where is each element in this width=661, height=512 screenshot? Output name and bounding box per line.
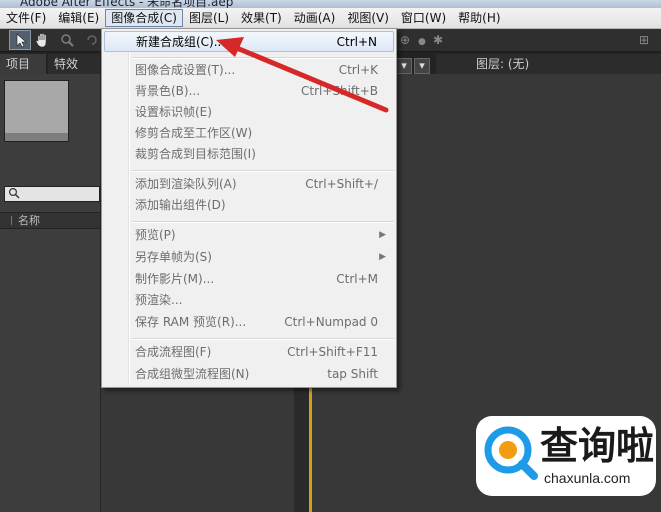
menu-file[interactable]: 文件(F)	[0, 9, 52, 27]
menu-item-crop-to-region[interactable]: 裁剪合成到目标范围(I)	[104, 144, 394, 165]
timeline-strip	[294, 385, 309, 512]
menu-item-background-color[interactable]: 背景色(B)... Ctrl+Shift+B	[104, 81, 394, 102]
menu-item-label: 预渲染...	[135, 293, 183, 307]
menu-item-shortcut: Ctrl+Shift+B	[301, 84, 378, 98]
menu-item-label: 添加到渲染队列(A)	[135, 177, 237, 191]
project-panel: 名称	[0, 74, 101, 512]
anchor-icon[interactable]: ⊕	[400, 33, 410, 47]
tab-layer-label: 图层: (无)	[476, 57, 530, 71]
composition-menu: 新建合成组(C)... Ctrl+N 图像合成设置(T)... Ctrl+K 背…	[101, 28, 397, 388]
menu-item-add-output-module[interactable]: 添加输出组件(D)	[104, 195, 394, 216]
comp-dropdown-value[interactable]: ▾	[396, 58, 412, 74]
menu-bar: 文件(F) 编辑(E) 图像合成(C) 图层(L) 效果(T) 动画(A) 视图…	[0, 8, 661, 29]
rotate-icon[interactable]	[82, 31, 102, 49]
submenu-arrow-icon: ▶	[379, 252, 386, 262]
tab-effects[interactable]: 特效	[48, 54, 100, 74]
search-icon	[8, 187, 20, 203]
menu-view[interactable]: 视图(V)	[341, 9, 395, 27]
menu-item-shortcut: Ctrl+M	[336, 272, 378, 286]
menu-composition[interactable]: 图像合成(C)	[105, 9, 183, 27]
menu-item-mini-flowchart[interactable]: 合成组微型流程图(N) tap Shift	[104, 364, 394, 385]
submenu-arrow-icon: ▶	[379, 230, 386, 240]
menu-separator	[132, 338, 394, 340]
menu-animation[interactable]: 动画(A)	[288, 9, 342, 27]
title-bar: Adobe After Effects - 未命名项目.aep	[0, 0, 661, 8]
watermark-cn-text: 查询啦	[540, 424, 655, 468]
menu-item-composition-flowchart[interactable]: 合成流程图(F) Ctrl+Shift+F11	[104, 342, 394, 363]
menu-item-label: 图像合成设置(T)...	[135, 63, 236, 77]
menu-item-set-poster-frame[interactable]: 设置标识帧(E)	[104, 102, 394, 123]
menu-item-add-to-render-queue[interactable]: 添加到渲染队列(A) Ctrl+Shift+/	[104, 174, 394, 195]
menu-item-label: 裁剪合成到目标范围(I)	[135, 147, 256, 161]
menu-help[interactable]: 帮助(H)	[452, 9, 506, 27]
menu-item-make-movie[interactable]: 制作影片(M)... Ctrl+M	[104, 269, 394, 290]
menu-item-label: 添加输出组件(D)	[135, 198, 226, 212]
menu-item-pre-render[interactable]: 预渲染...	[104, 290, 394, 311]
chaxunla-logo-icon	[484, 426, 538, 480]
tab-project[interactable]: 项目✕	[0, 54, 46, 91]
dot-icon[interactable]: ●	[418, 35, 426, 49]
thumbnail-bar	[4, 133, 69, 142]
panel-menu-icon[interactable]: ⊞	[639, 33, 649, 47]
tab-layer[interactable]: 图层: (无)	[436, 54, 661, 74]
hand-icon[interactable]	[32, 31, 52, 49]
puppet-icon[interactable]: ✱	[433, 33, 443, 47]
selection-arrow-icon[interactable]	[9, 30, 31, 50]
menu-item-save-ram-preview[interactable]: 保存 RAM 预览(R)... Ctrl+Numpad 0	[104, 312, 394, 333]
project-thumbnail	[4, 80, 69, 135]
timeline-indicator	[309, 385, 312, 512]
menu-edit[interactable]: 编辑(E)	[52, 9, 105, 27]
menu-window[interactable]: 窗口(W)	[395, 9, 452, 27]
watermark: 查询啦 chaxunla.com	[476, 416, 656, 496]
menu-item-preview[interactable]: 预览(P) ▶	[104, 225, 394, 246]
menu-effect[interactable]: 效果(T)	[235, 9, 288, 27]
window-title: Adobe After Effects - 未命名项目.aep	[20, 0, 234, 8]
menu-item-shortcut: Ctrl+K	[338, 63, 378, 77]
menu-item-new-composition[interactable]: 新建合成组(C)... Ctrl+N	[104, 31, 394, 52]
menu-item-shortcut: Ctrl+Shift+/	[305, 177, 378, 191]
column-divider	[11, 216, 12, 225]
menu-item-label: 制作影片(M)...	[135, 272, 215, 286]
tab-project-label: 项目	[6, 57, 31, 71]
project-search-input[interactable]	[4, 186, 100, 202]
menu-separator	[132, 170, 394, 172]
menu-separator	[132, 221, 394, 223]
menu-item-shortcut: Ctrl+Shift+F11	[287, 345, 378, 359]
tab-effects-label: 特效	[54, 57, 79, 71]
watermark-en-text: chaxunla.com	[544, 470, 631, 486]
menu-layer[interactable]: 图层(L)	[183, 9, 235, 27]
menu-item-label: 另存单帧为(S)	[135, 250, 212, 264]
menu-item-label: 预览(P)	[135, 228, 176, 242]
menu-item-label: 合成流程图(F)	[135, 345, 212, 359]
zoom-icon[interactable]	[57, 31, 77, 49]
menu-separator	[132, 57, 394, 59]
menu-item-shortcut: tap Shift	[327, 367, 378, 381]
menu-item-label: 合成组微型流程图(N)	[135, 367, 250, 381]
menu-item-shortcut: Ctrl+N	[336, 35, 377, 49]
menu-item-label: 设置标识帧(E)	[135, 105, 212, 119]
menu-item-save-frame-as[interactable]: 另存单帧为(S) ▶	[104, 247, 394, 268]
chevron-down-icon[interactable]: ▾	[414, 58, 430, 74]
menu-item-composition-settings[interactable]: 图像合成设置(T)... Ctrl+K	[104, 60, 394, 81]
menu-item-trim-to-work-area[interactable]: 修剪合成至工作区(W)	[104, 123, 394, 144]
menu-item-label: 保存 RAM 预览(R)...	[135, 315, 247, 329]
menu-item-label: 新建合成组(C)...	[136, 35, 226, 49]
menu-item-label: 修剪合成至工作区(W)	[135, 126, 253, 140]
column-header-name[interactable]: 名称	[0, 212, 100, 229]
menu-item-label: 背景色(B)...	[135, 84, 201, 98]
menu-item-shortcut: Ctrl+Numpad 0	[284, 315, 378, 329]
column-name-label: 名称	[18, 214, 40, 227]
